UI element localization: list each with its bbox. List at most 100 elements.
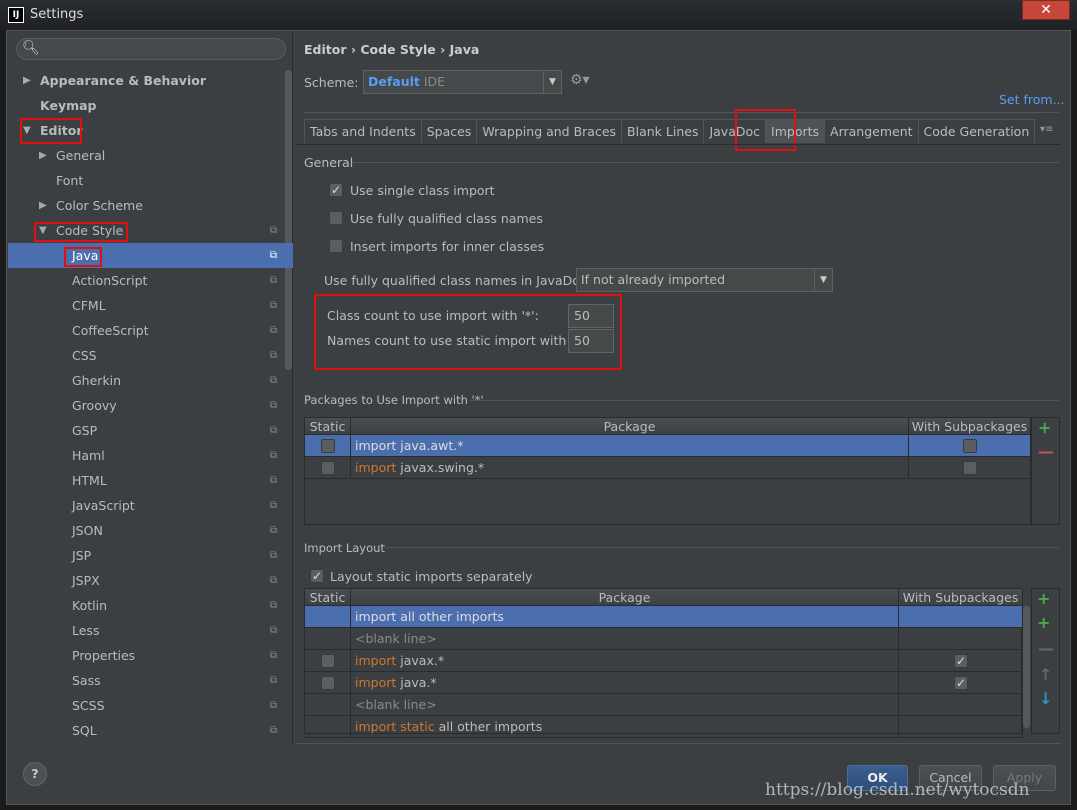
remove-icon[interactable]: — [1038, 442, 1054, 461]
tab-arrangement[interactable]: Arrangement [825, 120, 919, 143]
sidebar-item[interactable]: JavaScript ⧉ [8, 493, 293, 518]
sidebar-item[interactable]: CoffeeScript ⧉ [8, 318, 293, 343]
package-cell: <blank line> [351, 628, 899, 650]
package-name: <blank line> [355, 697, 437, 712]
set-from-link[interactable]: Set from... [999, 92, 1065, 107]
table-row[interactable]: <blank line> [305, 694, 1023, 716]
sidebar-item-label: Font [56, 173, 84, 188]
table-row[interactable]: <blank line> [305, 628, 1023, 650]
layout-separate-checkbox[interactable]: ✓ [310, 569, 324, 583]
scheme-dropdown[interactable]: Default IDE ▼ [363, 70, 562, 94]
column-header[interactable]: With Subpackages [899, 589, 1023, 606]
search-input[interactable]: 🔍︎ [16, 38, 286, 60]
keyword: import [355, 675, 397, 690]
javadoc-dropdown[interactable]: If not already imported ▼ [576, 268, 833, 292]
tab-spaces[interactable]: Spaces [421, 120, 478, 143]
project-scheme-icon: ⧉ [269, 375, 277, 386]
static-checkbox[interactable] [321, 461, 335, 475]
table-row[interactable]: import javax.* ✓ [305, 650, 1023, 672]
column-header[interactable]: With Subpackages [909, 418, 1031, 435]
collapsed-arrow-icon[interactable]: ▶ [23, 68, 31, 93]
sidebar-item[interactable]: SQL ⧉ [8, 718, 293, 743]
gear-icon[interactable]: ⚙▾ [570, 72, 590, 88]
sidebar-item[interactable]: ▶ Appearance & Behavior [8, 68, 293, 93]
column-header[interactable]: Package [351, 589, 899, 606]
breadcrumb: Editor › Code Style › Java [304, 42, 480, 57]
sidebar-item[interactable]: ▶ Color Scheme [8, 193, 293, 218]
packages-toolbar: + — [1031, 417, 1060, 525]
table-row[interactable]: import all other imports [305, 606, 1023, 628]
add-blank-line-icon[interactable]: + [1037, 613, 1050, 632]
package-name: all other imports [438, 719, 543, 734]
move-up-icon[interactable]: ↑ [1039, 665, 1052, 684]
divider [470, 400, 1059, 401]
static-checkbox[interactable] [321, 439, 335, 453]
option-checkbox[interactable]: ✓ [329, 183, 343, 197]
sidebar-item[interactable]: JSP ⧉ [8, 543, 293, 568]
project-scheme-icon: ⧉ [269, 675, 277, 686]
table-row[interactable]: import java.* ✓ [305, 672, 1023, 694]
tab-wrapping-and-braces[interactable]: Wrapping and Braces [477, 120, 623, 143]
sidebar-item[interactable]: Properties ⧉ [8, 643, 293, 668]
sidebar-item[interactable]: ▶ General [8, 143, 293, 168]
breadcrumb-editor[interactable]: Editor [304, 42, 347, 57]
help-button[interactable]: ? [23, 762, 47, 786]
sidebar-item[interactable]: HTML ⧉ [8, 468, 293, 493]
add-package-icon[interactable]: + [1037, 589, 1050, 608]
sidebar-item[interactable]: ActionScript ⧉ [8, 268, 293, 293]
option-checkbox[interactable] [329, 211, 343, 225]
sidebar-item-label: CSS [72, 348, 97, 363]
sidebar-item-label: Appearance & Behavior [40, 73, 206, 88]
sidebar-item[interactable]: CSS ⧉ [8, 343, 293, 368]
collapsed-arrow-icon[interactable]: ▶ [39, 193, 47, 218]
add-icon[interactable]: + [1038, 418, 1051, 437]
package-cell: import java.* [351, 672, 899, 694]
sidebar-item[interactable]: JSPX ⧉ [8, 568, 293, 593]
subpackages-checkbox[interactable] [963, 461, 977, 475]
tab-blank-lines[interactable]: Blank Lines [622, 120, 705, 143]
close-button[interactable]: ✕ [1022, 0, 1070, 20]
column-header[interactable]: Static [305, 589, 351, 606]
move-down-icon[interactable]: ↓ [1039, 689, 1052, 708]
tab-tabs-and-indents[interactable]: Tabs and Indents [304, 120, 422, 143]
sidebar-item[interactable]: Kotlin ⧉ [8, 593, 293, 618]
sidebar-item[interactable]: Less ⧉ [8, 618, 293, 643]
project-scheme-icon: ⧉ [269, 250, 277, 261]
sidebar-item[interactable]: JSON ⧉ [8, 518, 293, 543]
sidebar-item[interactable]: CFML ⧉ [8, 293, 293, 318]
divider [352, 162, 1059, 163]
breadcrumb-code-style[interactable]: Code Style [360, 42, 435, 57]
sidebar-item[interactable]: SCSS ⧉ [8, 693, 293, 718]
column-header[interactable]: Package [351, 418, 909, 435]
subpackages-checkbox[interactable]: ✓ [954, 676, 968, 690]
sidebar-item[interactable]: Keymap [8, 93, 293, 118]
tabs-menu-icon[interactable]: ▾≡ [1040, 124, 1053, 135]
table-row[interactable]: import static all other imports [305, 716, 1023, 738]
static-checkbox[interactable] [321, 654, 335, 668]
static-cell [305, 628, 351, 650]
sidebar-item[interactable]: Java ⧉ [8, 243, 293, 268]
static-cell [305, 716, 351, 738]
collapsed-arrow-icon[interactable]: ▶ [39, 143, 47, 168]
static-checkbox[interactable] [321, 676, 335, 690]
highlight-box [20, 118, 82, 144]
sidebar-item[interactable]: Sass ⧉ [8, 668, 293, 693]
table-row[interactable]: import javax.swing.* [305, 457, 1031, 479]
sidebar-item[interactable]: Haml ⧉ [8, 443, 293, 468]
subpackages-checkbox[interactable]: ✓ [954, 654, 968, 668]
layout-scrollbar[interactable] [1023, 606, 1030, 728]
subpackages-checkbox[interactable] [963, 439, 977, 453]
project-scheme-icon: ⧉ [269, 650, 277, 661]
tab-code-generation[interactable]: Code Generation [918, 120, 1036, 143]
project-scheme-icon: ⧉ [269, 525, 277, 536]
column-header[interactable]: Static [305, 418, 351, 435]
sidebar-item[interactable]: Font [8, 168, 293, 193]
sidebar-item-label: Less [72, 623, 100, 638]
remove-icon[interactable]: — [1038, 639, 1054, 658]
sidebar-item[interactable]: Groovy ⧉ [8, 393, 293, 418]
option-checkbox[interactable] [329, 239, 343, 253]
sidebar-item[interactable]: GSP ⧉ [8, 418, 293, 443]
sidebar-item[interactable]: Gherkin ⧉ [8, 368, 293, 393]
sidebar-item-label: Properties [72, 648, 136, 663]
table-row[interactable]: import java.awt.* [305, 435, 1031, 457]
